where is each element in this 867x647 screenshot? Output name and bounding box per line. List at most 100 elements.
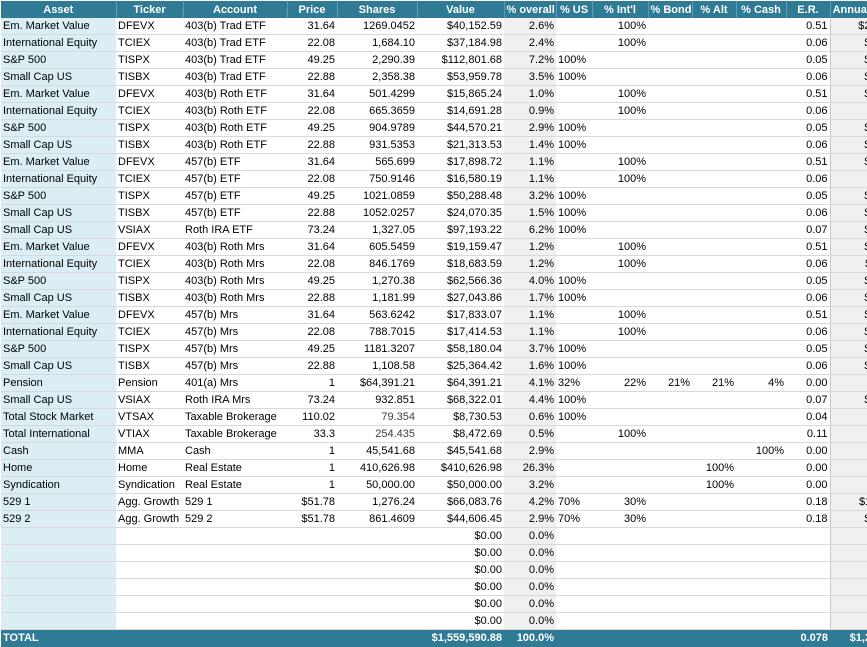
cell-pct-overall[interactable]: 1.1% [504,170,556,188]
cell-asset[interactable]: International Equity [1,255,116,273]
cell-ticker[interactable]: TCIEX [116,170,183,188]
cell-ticker[interactable]: Syndication [116,476,183,494]
cell-pct-cash[interactable] [736,272,786,290]
cell-price[interactable]: 22.88 [287,136,337,154]
cell-account[interactable] [183,612,287,630]
cell-er[interactable]: 0.11 [786,425,830,443]
cell-ticker[interactable]: Agg. Growth [116,493,183,511]
cell-annual-cost[interactable]: $80.91 [829,85,867,103]
cell-pct-alt[interactable] [692,51,736,69]
cell-account[interactable]: 457(b) Mrs [183,340,287,358]
cell-account[interactable]: 403(b) Roth Mrs [183,272,287,290]
cell-pct-intl[interactable]: 100% [592,323,648,341]
cell-pct-alt[interactable] [692,85,736,103]
cell-annual-cost[interactable]: $68.04 [829,221,867,239]
cell-asset[interactable]: S&P 500 [1,51,116,69]
cell-value[interactable]: $17,414.53 [417,323,504,341]
cell-shares[interactable]: 1,276.24 [337,493,417,511]
cell-account[interactable]: 457(b) Mrs [183,306,287,324]
cell-ticker[interactable]: TISBX [116,289,183,307]
cell-pct-alt[interactable] [692,578,736,596]
cell-pct-overall[interactable]: 4.0% [504,272,556,290]
cell-asset[interactable]: Em. Market Value [1,238,116,256]
cell-shares[interactable]: 1021.0859 [337,187,417,205]
cell-pct-intl[interactable]: 100% [592,102,648,120]
cell-annual-cost[interactable]: $12.79 [829,136,867,154]
cell-value[interactable]: $64,391.21 [417,374,504,392]
cell-pct-overall[interactable]: 3.2% [504,187,556,205]
cell-pct-overall[interactable]: 0.6% [504,408,556,426]
cell-pct-alt[interactable] [692,18,736,35]
cell-ticker[interactable]: DFEVX [116,238,183,256]
cell-er[interactable] [786,561,830,579]
cell-pct-intl[interactable]: 30% [592,493,648,511]
total-cell-empty[interactable] [116,629,183,647]
cell-account[interactable]: 403(b) Roth Mrs [183,238,287,256]
cell-account[interactable]: 457(b) ETF [183,153,287,171]
cell-pct-cash[interactable]: 100% [736,442,786,460]
cell-value[interactable]: $25,364.42 [417,357,504,375]
cell-account[interactable]: 457(b) ETF [183,170,287,188]
cell-pct-cash[interactable] [736,408,786,426]
cell-pct-us[interactable] [556,544,592,562]
cell-pct-cash[interactable] [736,510,786,528]
cell-pct-bond[interactable] [648,51,692,69]
cell-er[interactable]: 0.06 [786,102,830,120]
cell-pct-alt[interactable] [692,102,736,120]
cell-account[interactable]: Real Estate [183,476,287,494]
cell-pct-overall[interactable]: 0.0% [504,612,556,630]
total-cell-empty[interactable] [556,629,592,647]
cell-value[interactable]: $66,083.76 [417,493,504,511]
col-header-pct-alt[interactable]: % Alt [692,1,737,18]
cell-shares[interactable]: $64,391.21 [337,374,417,392]
cell-er[interactable]: 0.06 [786,68,830,86]
cell-annual-cost[interactable]: $91.28 [829,153,867,171]
cell-pct-intl[interactable] [592,272,648,290]
cell-price[interactable] [287,612,337,630]
cell-asset[interactable] [1,578,116,596]
cell-pct-cash[interactable] [736,391,786,409]
cell-asset[interactable]: Small Cap US [1,221,116,239]
cell-pct-alt[interactable]: 21% [692,374,736,392]
cell-pct-alt[interactable] [692,221,736,239]
cell-ticker[interactable]: VSIAX [116,391,183,409]
cell-pct-intl[interactable] [592,459,648,477]
col-header-er[interactable]: E.R. [786,1,831,18]
cell-annual-cost[interactable]: $0.00 [829,544,867,562]
cell-pct-bond[interactable] [648,442,692,460]
cell-er[interactable]: 0.05 [786,340,830,358]
cell-pct-alt[interactable] [692,408,736,426]
cell-pct-alt[interactable] [692,136,736,154]
cell-annual-cost[interactable]: $8.81 [829,102,867,120]
cell-price[interactable]: 49.25 [287,51,337,69]
cell-pct-overall[interactable]: 7.2% [504,51,556,69]
col-header-pct-cash[interactable]: % Cash [736,1,787,18]
col-header-asset[interactable]: Asset [1,1,117,18]
cell-account[interactable]: 529 2 [183,510,287,528]
cell-pct-cash[interactable] [736,119,786,137]
cell-er[interactable]: 0.07 [786,391,830,409]
cell-value[interactable]: $8,730.53 [417,408,504,426]
cell-pct-overall[interactable]: 1.5% [504,204,556,222]
cell-account[interactable]: Roth IRA ETF [183,221,287,239]
cell-shares[interactable] [337,578,417,596]
cell-pct-alt[interactable] [692,153,736,171]
cell-asset[interactable] [1,595,116,613]
cell-pct-cash[interactable] [736,187,786,205]
cell-annual-cost[interactable]: $22.29 [829,119,867,137]
cell-value[interactable]: $24,070.35 [417,204,504,222]
cell-account[interactable]: 401(a) Mrs [183,374,287,392]
cell-ticker[interactable] [116,527,183,545]
cell-pct-intl[interactable] [592,442,648,460]
cell-ticker[interactable]: VTSAX [116,408,183,426]
cell-account[interactable]: 457(b) ETF [183,187,287,205]
cell-account[interactable]: 457(b) Mrs [183,323,287,341]
cell-pct-intl[interactable]: 100% [592,425,648,443]
cell-pct-cash[interactable]: 4% [736,374,786,392]
cell-pct-cash[interactable] [736,493,786,511]
cell-shares[interactable] [337,561,417,579]
cell-er[interactable]: 0.00 [786,459,830,477]
cell-pct-cash[interactable] [736,51,786,69]
total-annual-cost[interactable]: $1,211.54 [830,629,867,647]
cell-pct-intl[interactable] [592,544,648,562]
